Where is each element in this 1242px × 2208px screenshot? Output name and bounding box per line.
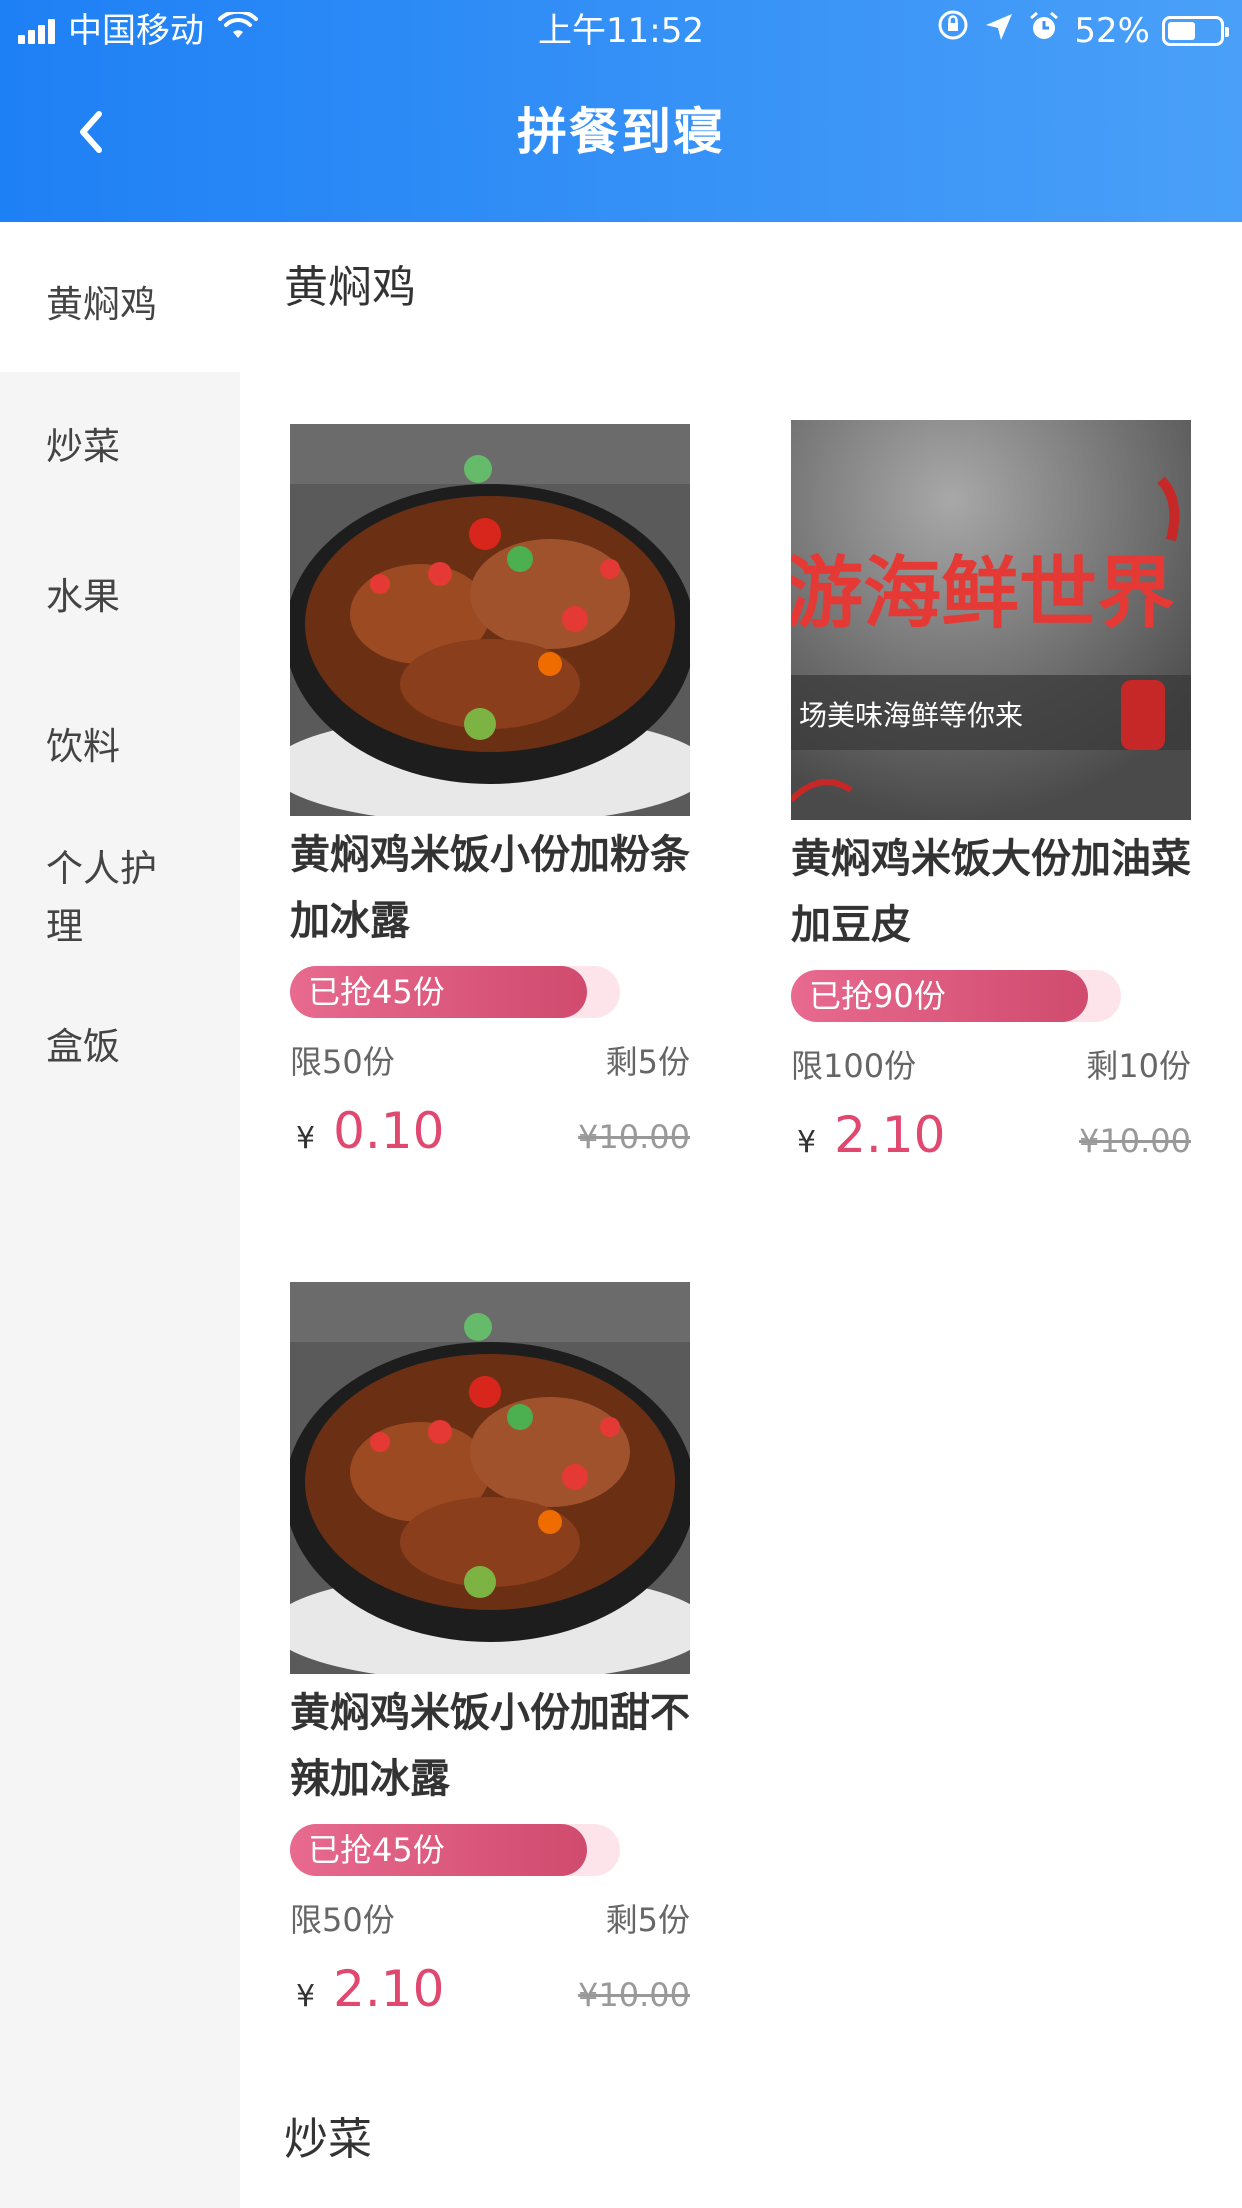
product-card[interactable]: 黄焖鸡米饭小份加粉条加冰露 已抢45份 限50份 剩5份 ¥ 0.10 ¥10.…	[290, 424, 690, 1160]
rotation-lock-icon	[936, 0, 970, 62]
banner-subtext: 场美味海鲜等你来	[799, 699, 1023, 732]
sidebar-item-label: 炒菜	[46, 425, 120, 468]
sidebar-item-chaocai[interactable]: 炒菜	[0, 418, 240, 476]
banner-headline: 游海鲜世界	[791, 549, 1175, 639]
sold-count: 已抢90份	[809, 977, 946, 1015]
sidebar-item-hefan[interactable]: 盒饭	[0, 1018, 240, 1076]
purchase-limit: 限100份	[791, 1047, 917, 1085]
remaining-count: 剩5份	[605, 1901, 690, 1939]
sold-progress: 已抢45份	[290, 966, 620, 1018]
battery-icon	[1162, 16, 1229, 46]
product-image[interactable]: 游海鲜世界 场美味海鲜等你来	[791, 420, 1191, 820]
product-card[interactable]: 黄焖鸡米饭小份加甜不辣加冰露 已抢45份 限50份 剩5份 ¥ 2.10 ¥10…	[290, 1282, 690, 2018]
battery-percent: 52%	[1074, 11, 1150, 51]
nav-bar: 拼餐到寝	[0, 62, 1242, 222]
sold-progress: 已抢45份	[290, 1824, 620, 1876]
sidebar-item-label: 盒饭	[46, 1025, 120, 1068]
sold-count: 已抢45份	[308, 973, 445, 1011]
price-current: 0.10	[333, 1102, 445, 1160]
product-list: 黄焖鸡 黄焖鸡米饭小份加粉条加冰露 已抢45份 限50份 剩5份 ¥ 0.10 …	[240, 222, 1242, 2208]
price-original: ¥10.00	[578, 1118, 690, 1156]
remaining-count: 剩10份	[1086, 1047, 1191, 1085]
sold-progress: 已抢90份	[791, 970, 1121, 1022]
product-image[interactable]	[290, 1282, 690, 1674]
price-original: ¥10.00	[1079, 1122, 1191, 1160]
sidebar-item-label: 饮料	[46, 725, 120, 768]
sidebar-item-huangmenji[interactable]: 黄焖鸡	[0, 240, 240, 372]
price-original: ¥10.00	[578, 1976, 690, 2014]
header: 中国移动 上午11:52 52% 拼餐到寝	[0, 0, 1242, 222]
page-title: 拼餐到寝	[517, 103, 725, 161]
location-arrow-icon	[984, 0, 1014, 62]
section-title: 炒菜	[284, 2114, 372, 2165]
purchase-limit: 限50份	[290, 1043, 395, 1081]
sold-count: 已抢45份	[308, 1831, 445, 1869]
purchase-limit: 限50份	[290, 1901, 395, 1939]
product-name: 黄焖鸡米饭小份加甜不辣加冰露	[290, 1690, 690, 1802]
product-name: 黄焖鸡米饭大份加油菜加豆皮	[791, 836, 1191, 948]
status-bar: 中国移动 上午11:52 52%	[0, 0, 1242, 62]
sidebar-item-gerenhuli[interactable]: 个人护理	[0, 840, 170, 956]
sidebar-item-label: 个人护理	[46, 847, 157, 948]
currency-symbol: ¥	[296, 1121, 316, 1156]
sidebar-item-label: 黄焖鸡	[46, 283, 157, 326]
product-name: 黄焖鸡米饭小份加粉条加冰露	[290, 832, 690, 944]
remaining-count: 剩5份	[605, 1043, 690, 1081]
sidebar-item-shuiguo[interactable]: 水果	[0, 568, 240, 626]
currency-symbol: ¥	[797, 1125, 817, 1160]
currency-symbol: ¥	[296, 1979, 316, 2014]
price-current: 2.10	[333, 1960, 445, 2018]
sidebar-item-label: 水果	[46, 575, 120, 618]
section-title: 黄焖鸡	[284, 262, 416, 313]
category-sidebar: 黄焖鸡 炒菜 水果 饮料 个人护理 盒饭	[0, 240, 240, 2208]
product-card[interactable]: 游海鲜世界 场美味海鲜等你来 黄焖鸡米饭大份加油菜加豆皮 已抢90份 限100份…	[791, 420, 1191, 1164]
sidebar-item-yinliao[interactable]: 饮料	[0, 718, 240, 776]
price-current: 2.10	[834, 1106, 946, 1164]
product-image[interactable]	[290, 424, 690, 816]
alarm-icon	[1028, 0, 1060, 62]
